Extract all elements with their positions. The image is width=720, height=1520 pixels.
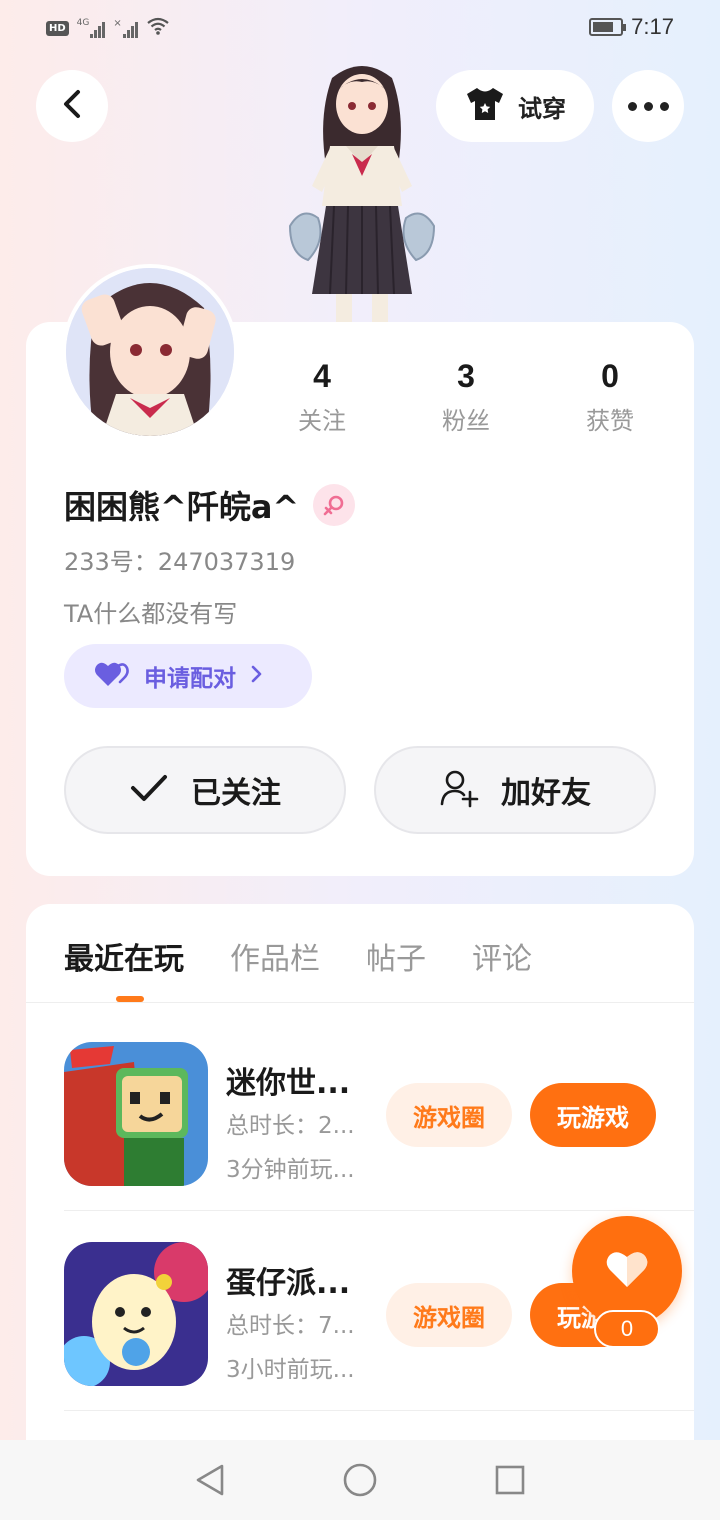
more-dots-icon <box>627 101 669 111</box>
game-duration: 总时长：2... <box>226 1113 355 1139</box>
try-on-label: 试穿 <box>518 94 566 123</box>
stat-followers[interactable]: 3 粉丝 <box>394 358 538 436</box>
add-user-icon <box>439 768 479 812</box>
add-friend-label: 加好友 <box>501 776 591 811</box>
nickname-row: 困困熊^阡皖a^ <box>64 482 356 528</box>
user-id: 233号：247037319 <box>64 548 296 576</box>
clock: 7:17 <box>631 14 674 39</box>
signal-icon-2: × <box>113 18 138 38</box>
chevron-left-icon <box>60 88 84 124</box>
shirt-icon <box>464 86 506 126</box>
game-last-played: 3分钟前玩... <box>226 1157 355 1183</box>
game-name: 迷你世... <box>226 1066 351 1101</box>
back-button[interactable] <box>36 70 108 142</box>
bio-text: TA什么都没有写 <box>64 600 238 628</box>
followed-button[interactable]: 已关注 <box>64 746 346 834</box>
stat-likes[interactable]: 0 获赞 <box>538 358 682 436</box>
hd-badge: HD <box>46 20 69 36</box>
followers-label: 粉丝 <box>442 407 490 435</box>
nav-recents-icon[interactable] <box>490 1460 530 1500</box>
tabs-divider <box>26 1002 694 1003</box>
row-divider <box>64 1410 694 1411</box>
checkmark-icon <box>129 773 169 807</box>
like-count-badge: 0 <box>594 1310 660 1348</box>
stat-following[interactable]: 4 关注 <box>250 358 394 436</box>
heart-icon <box>605 1249 649 1293</box>
followers-count: 3 <box>457 358 475 394</box>
avatar[interactable] <box>62 264 238 440</box>
game-last-played: 3小时前玩... <box>226 1357 355 1383</box>
likes-label: 获赞 <box>586 407 634 435</box>
game-circle-button[interactable]: 游戏圈 <box>386 1283 512 1347</box>
game-circle-button[interactable]: 游戏圈 <box>386 1083 512 1147</box>
chevron-right-icon <box>250 664 264 688</box>
wifi-icon <box>146 16 170 40</box>
recent-games-card: 最近在玩 作品栏 帖子 评论 迷你世... 总时长：2... 3分钟前玩... … <box>26 904 694 1520</box>
game-duration: 总时长：7... <box>226 1313 355 1339</box>
network-type: 4G <box>76 18 90 28</box>
tab-recently-played[interactable]: 最近在玩 <box>64 934 184 978</box>
signal-icon: 4G <box>77 18 106 38</box>
nav-back-icon[interactable] <box>190 1460 230 1500</box>
request-pair-button[interactable]: 申请配对 <box>64 644 312 708</box>
game-row[interactable]: 迷你世... 总时长：2... 3分钟前玩... 游戏圈 玩游戏 <box>64 1010 694 1190</box>
game-name: 蛋仔派... <box>226 1266 351 1301</box>
following-count: 4 <box>313 358 331 394</box>
mini-world-game-icon[interactable] <box>64 1042 208 1186</box>
tab-posts[interactable]: 帖子 <box>366 934 426 978</box>
heart-pair-icon <box>94 660 130 692</box>
battery-icon <box>589 18 627 36</box>
system-navigation-bar <box>0 1440 720 1520</box>
play-game-button[interactable]: 玩游戏 <box>530 1083 656 1147</box>
profile-tabs: 最近在玩 作品栏 帖子 评论 <box>64 934 532 978</box>
followed-label: 已关注 <box>191 776 281 811</box>
likes-count: 0 <box>601 358 619 394</box>
tab-comments[interactable]: 评论 <box>472 934 532 978</box>
request-pair-label: 申请配对 <box>144 666 236 692</box>
tab-works[interactable]: 作品栏 <box>230 934 320 978</box>
following-label: 关注 <box>298 407 346 435</box>
status-bar: HD 4G × 7:17 <box>0 0 720 58</box>
eggy-party-game-icon[interactable] <box>64 1242 208 1386</box>
nickname: 困困熊^阡皖a^ <box>64 488 300 526</box>
profile-stats: 4 关注 3 粉丝 0 获赞 <box>250 358 682 436</box>
try-on-button[interactable]: 试穿 <box>436 70 594 142</box>
avatar-character-figure <box>272 56 452 324</box>
female-gender-icon <box>313 484 356 526</box>
add-friend-button[interactable]: 加好友 <box>374 746 656 834</box>
nav-home-icon[interactable] <box>340 1460 380 1500</box>
more-button[interactable] <box>612 70 684 142</box>
